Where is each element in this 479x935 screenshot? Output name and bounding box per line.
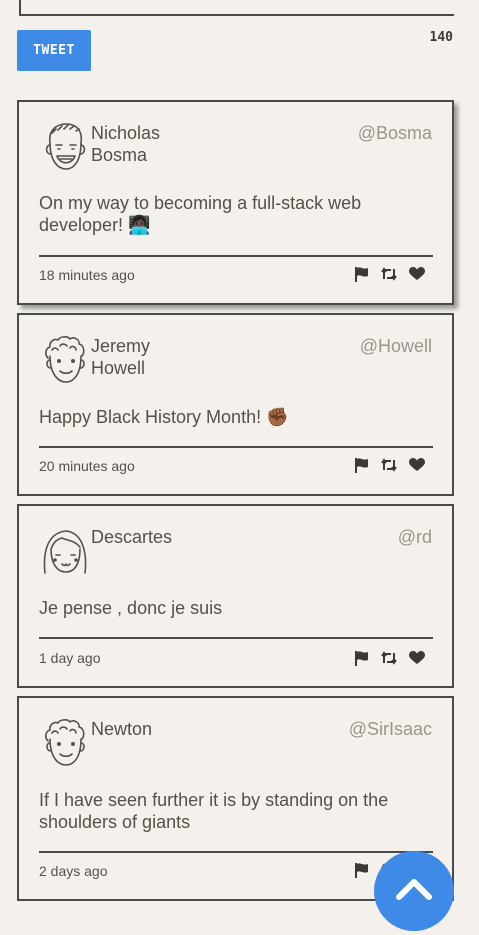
retweet-icon[interactable] (381, 267, 397, 281)
tweet-card: Descartes @rd Je pense , donc je suis 1 … (17, 504, 454, 688)
author-name: Descartes (91, 527, 173, 547)
tweet-timestamp: 2 days ago (39, 863, 108, 879)
retweet-icon[interactable] (381, 651, 397, 665)
heart-icon[interactable] (409, 651, 425, 665)
flag-icon[interactable] (354, 266, 369, 282)
flag-icon[interactable] (354, 862, 369, 878)
divider (39, 637, 433, 639)
tweet-timestamp: 1 day ago (39, 650, 101, 666)
author-name: Nicholas Bosma (91, 123, 161, 165)
tweet-text: Je pense , donc je suis (39, 598, 223, 618)
heart-icon[interactable] (409, 267, 425, 281)
scroll-to-top-button[interactable] (374, 851, 454, 931)
divider (39, 446, 433, 448)
retweet-icon[interactable] (381, 458, 397, 472)
tweet-card: Jeremy Howell @Howell Happy Black Histor… (17, 313, 454, 496)
author-handle[interactable]: @SirIsaac (349, 718, 432, 740)
char-counter: 140 (429, 30, 453, 45)
author-handle[interactable]: @Howell (360, 335, 432, 357)
tweet-actions (354, 650, 425, 666)
flag-icon[interactable] (354, 650, 369, 666)
curly-hair-avatar-icon (40, 334, 90, 386)
tweet-card: Nicholas Bosma @Bosma On my way to becom… (17, 100, 454, 305)
author-name: Newton (91, 719, 153, 739)
author-handle[interactable]: @Bosma (358, 122, 432, 144)
tweet-button[interactable]: TWEET (17, 30, 91, 71)
tweet-timestamp: 20 minutes ago (39, 458, 135, 474)
tweet-timestamp: 18 minutes ago (39, 267, 135, 283)
tweet-text: If I have seen further it is by standing… (39, 790, 389, 832)
heart-icon[interactable] (409, 458, 425, 472)
flag-icon[interactable] (354, 457, 369, 473)
smiling-face-avatar-icon (40, 121, 90, 173)
author-name: Jeremy Howell (91, 336, 151, 378)
author-handle[interactable]: @rd (398, 526, 432, 548)
curly-hair-avatar-icon (40, 717, 90, 769)
bangs-hair-avatar-icon (40, 525, 90, 577)
tweet-actions (354, 457, 425, 473)
chevron-up-icon (395, 877, 433, 906)
tweet-text: On my way to becoming a full-stack web d… (39, 193, 362, 235)
tweet-text: Happy Black History Month! ✊🏾 (39, 407, 289, 427)
divider (39, 851, 433, 853)
tweet-textarea[interactable] (19, 0, 454, 16)
tweet-actions (354, 266, 425, 282)
divider (39, 255, 433, 257)
